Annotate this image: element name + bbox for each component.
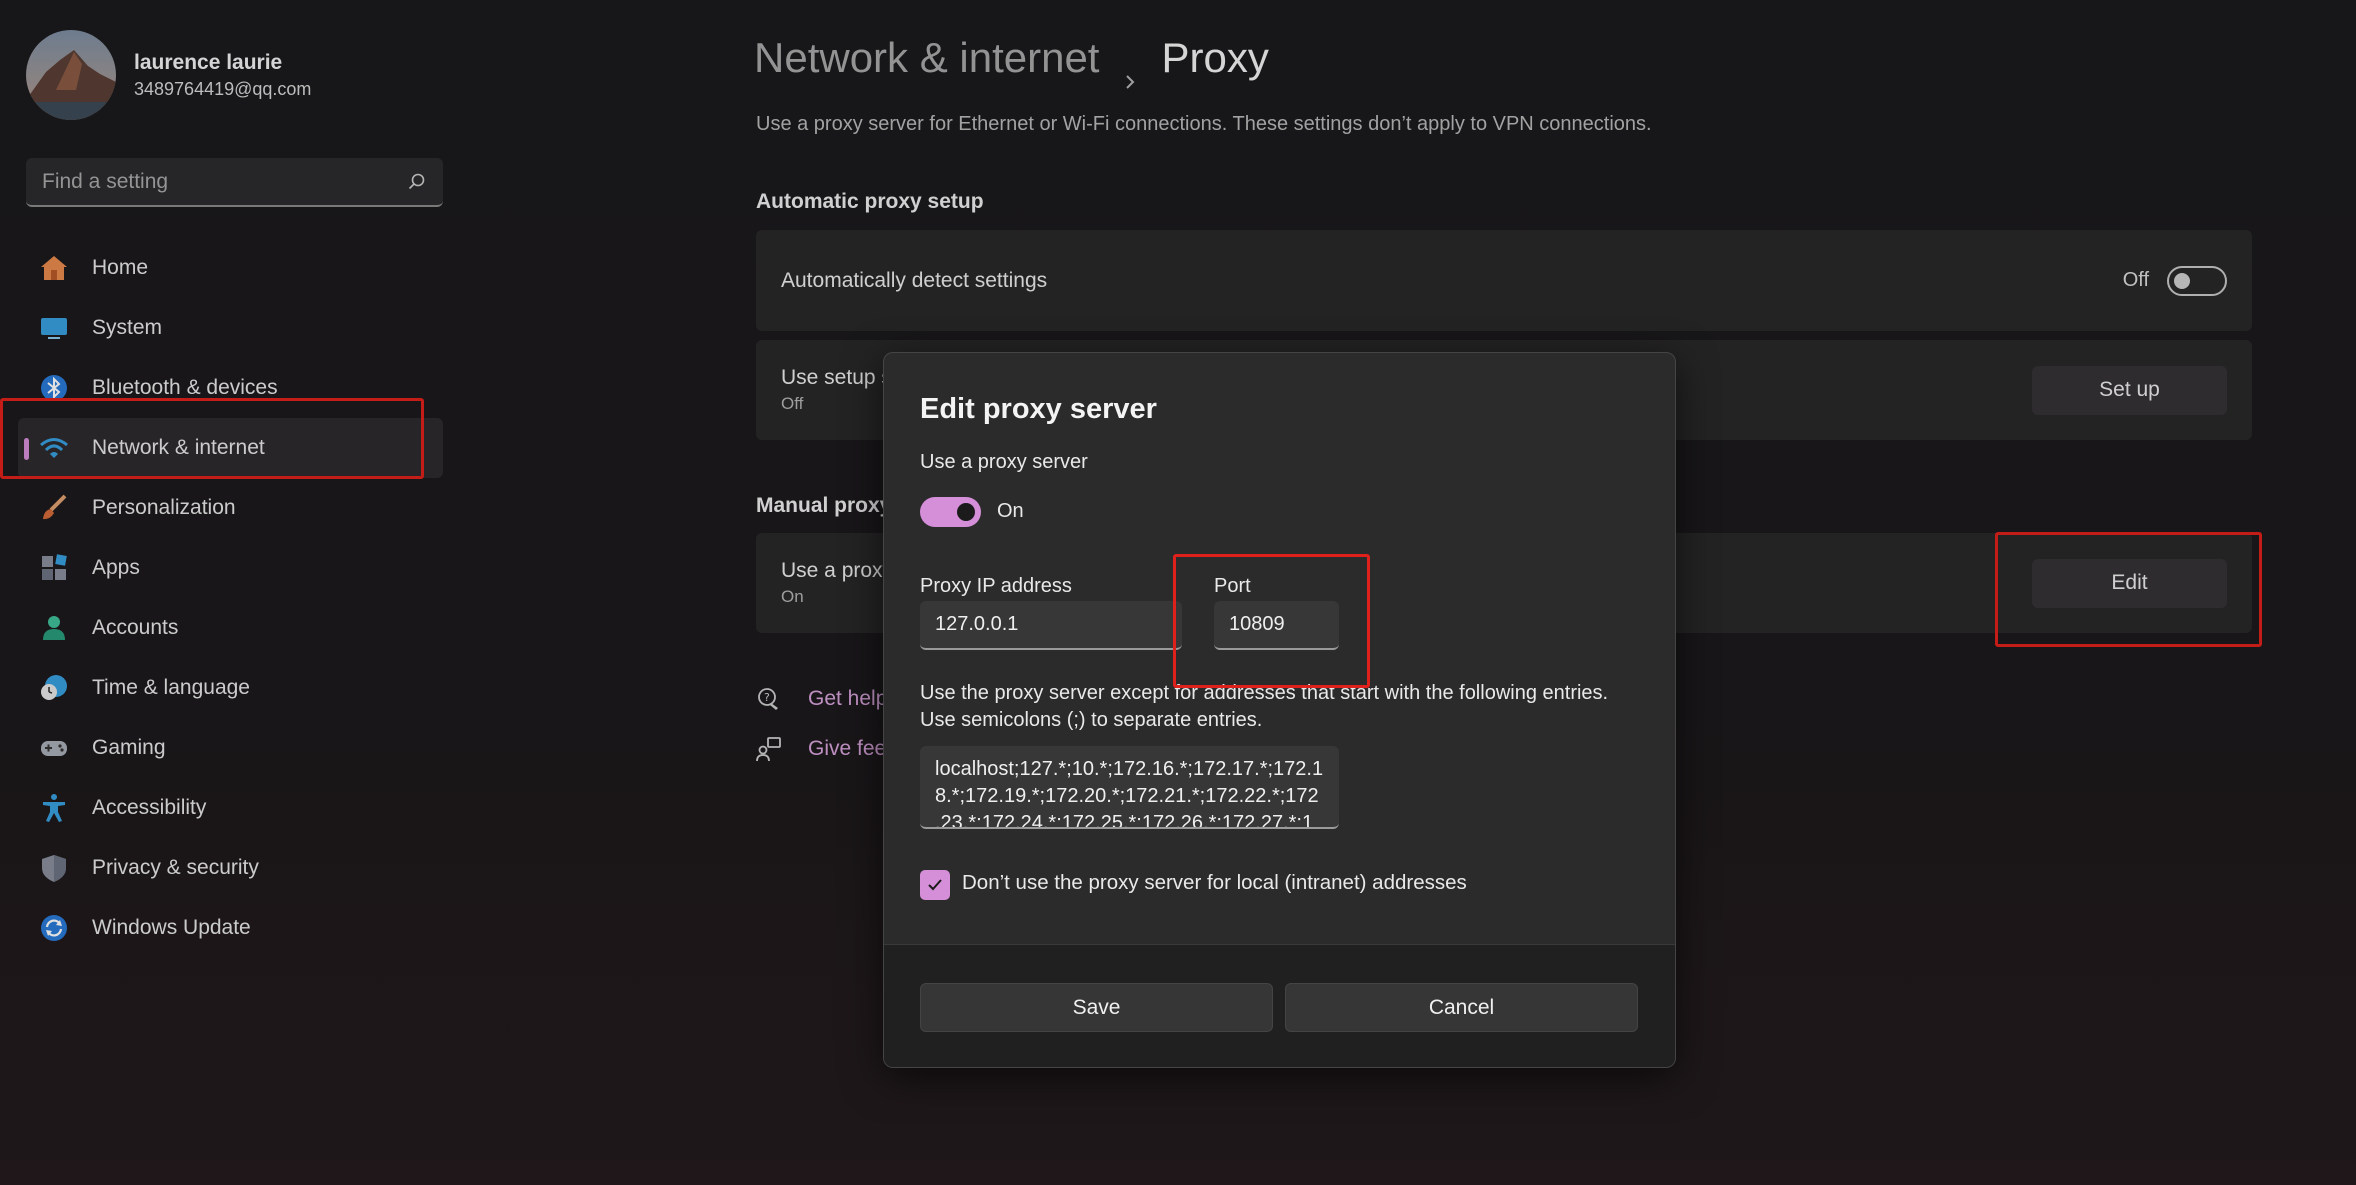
cancel-button[interactable]: Cancel [1285, 983, 1638, 1032]
port-input[interactable] [1229, 613, 1324, 636]
dialog-title: Edit proxy server [920, 393, 1157, 425]
use-proxy-state: On [997, 500, 1024, 522]
port-label: Port [1214, 575, 1251, 597]
ip-field[interactable] [920, 601, 1182, 650]
use-proxy-label: Use a proxy server [920, 451, 1088, 473]
port-field[interactable] [1214, 601, 1339, 650]
exceptions-description-1: Use the proxy server except for addresse… [920, 682, 1609, 704]
local-addresses-label: Don’t use the proxy server for local (in… [962, 871, 1467, 894]
exceptions-description-2: Use semicolons (;) to separate entries. [920, 709, 1263, 731]
edit-proxy-dialog: Edit proxy server Use a proxy server On … [883, 352, 1676, 1068]
use-proxy-toggle[interactable] [920, 497, 981, 527]
exceptions-field[interactable]: localhost;127.*;10.*;172.16.*;172.17.*;1… [920, 746, 1339, 829]
ip-label: Proxy IP address [920, 575, 1072, 597]
exceptions-input[interactable]: localhost;127.*;10.*;172.16.*;172.17.*;1… [935, 746, 1324, 827]
ip-input[interactable] [935, 613, 1167, 636]
dialog-footer: Save Cancel [884, 944, 1675, 1067]
local-addresses-checkbox[interactable] [920, 870, 950, 900]
checkmark-icon [928, 879, 942, 891]
save-button[interactable]: Save [920, 983, 1273, 1032]
